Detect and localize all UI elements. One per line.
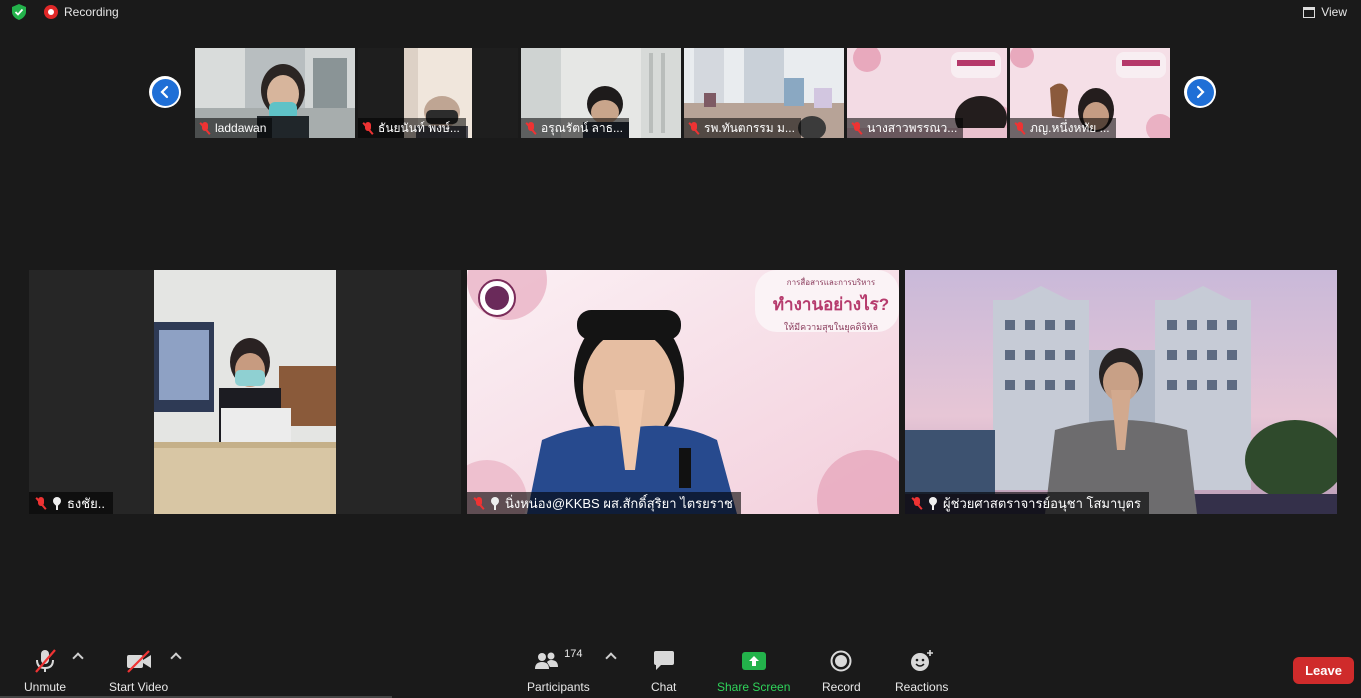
participant-name: รพ.ทันตกรรม ม...: [704, 120, 795, 135]
slide-subline: ให้มีความสุขในยุคดิจิทัล: [783, 322, 879, 332]
participant-thumbnail[interactable]: รพ.ทันตกรรม ม...: [684, 48, 844, 138]
participant-thumbnail[interactable]: อรุณรัตน์ ลาธ...: [521, 48, 681, 138]
mic-muted-icon: [362, 121, 374, 135]
mic-muted-icon: [911, 496, 923, 510]
view-button[interactable]: View: [1303, 5, 1347, 19]
slide-text: การสื่อสารและการบริหาร ทำงานอย่างไร? ให้…: [767, 276, 895, 334]
start-video-button[interactable]: Start Video: [109, 648, 168, 694]
mic-muted-icon: [473, 496, 485, 510]
participant-tile[interactable]: ผู้ช่วยศาสตราจารย์อนุชา โสมาบุตร: [905, 270, 1337, 514]
participant-video: [29, 270, 461, 514]
reactions-smiley-icon: [910, 650, 933, 671]
pin-icon: [490, 497, 500, 510]
mic-muted-icon: [688, 121, 700, 135]
leave-button[interactable]: Leave: [1293, 657, 1354, 684]
chevron-right-icon: [1196, 85, 1205, 99]
chat-button[interactable]: Chat: [651, 648, 676, 694]
participant-name: อรุณรัตน์ ลาธ...: [541, 120, 623, 135]
mic-muted-icon: [851, 121, 863, 135]
tile-name-bar: นิ่งหน่อง@KKBS ผส.สักดิ์สุริยา ไตรยราช: [467, 492, 741, 514]
chat-label: Chat: [651, 680, 677, 694]
audio-options-caret-icon[interactable]: [72, 652, 84, 664]
mic-muted-icon: [199, 121, 211, 135]
participant-thumbnail[interactable]: laddawan: [195, 48, 355, 138]
share-screen-icon: [741, 652, 766, 670]
recording-dot-icon: [44, 5, 58, 19]
view-grid-icon: [1303, 6, 1316, 18]
start-video-label: Start Video: [109, 680, 169, 694]
recording-label: Recording: [64, 5, 119, 19]
participant-video: [905, 270, 1337, 514]
slide-headline: ทำงานอย่างไร?: [772, 295, 890, 314]
view-label: View: [1321, 5, 1347, 19]
active-speaker-tile[interactable]: การสื่อสารและการบริหาร ทำงานอย่างไร? ให้…: [467, 270, 899, 514]
reactions-button[interactable]: Reactions: [895, 648, 948, 694]
slide-small-title: การสื่อสารและการบริหาร: [786, 278, 876, 287]
mic-muted-icon: [525, 121, 537, 135]
unmute-label: Unmute: [24, 680, 67, 694]
record-button[interactable]: Record: [822, 648, 861, 694]
meeting-toolbar: Unmute Start Video 174 Participants Chat…: [0, 640, 1361, 698]
record-icon: [830, 650, 852, 672]
participant-name: ธงชัย..: [67, 495, 105, 511]
mic-muted-icon: [35, 496, 47, 510]
participant-name: ผู้ช่วยศาสตราจารย์อนุชา โสมาบุตร: [943, 495, 1141, 511]
participant-name: ธันยนันท์ พงษ์...: [378, 120, 460, 135]
next-page-button[interactable]: [1184, 76, 1216, 108]
reactions-label: Reactions: [895, 680, 949, 694]
participant-tile[interactable]: ธงชัย..: [29, 270, 461, 514]
video-camera-off-icon: [126, 650, 151, 673]
participant-name: ภญ.หนึ่งหทัย ...: [1030, 120, 1110, 135]
participant-thumbnail[interactable]: นางสาวพรรณว...: [847, 48, 1007, 138]
tile-name-bar: ธงชัย..: [29, 492, 113, 514]
participant-name: นิ่งหน่อง@KKBS ผส.สักดิ์สุริยา ไตรยราช: [505, 495, 733, 511]
participant-thumbnail[interactable]: ภญ.หนึ่งหทัย ...: [1010, 48, 1170, 138]
pin-icon: [52, 497, 62, 510]
unmute-button[interactable]: Unmute: [24, 648, 66, 694]
participants-button[interactable]: 174 Participants: [527, 648, 590, 694]
participants-label: Participants: [527, 680, 590, 694]
share-screen-button[interactable]: Share Screen: [717, 648, 790, 694]
pin-icon: [928, 497, 938, 510]
participant-thumbnail[interactable]: ธันยนันท์ พงษ์...: [358, 48, 518, 138]
record-label: Record: [822, 680, 861, 694]
participant-name: นางสาวพรรณว...: [867, 120, 958, 135]
video-options-caret-icon[interactable]: [170, 652, 182, 664]
microphone-muted-icon: [35, 649, 56, 673]
security-shield-icon[interactable]: [12, 4, 26, 20]
recording-indicator[interactable]: Recording: [44, 5, 119, 19]
participant-name: laddawan: [215, 121, 267, 135]
share-screen-label: Share Screen: [717, 680, 791, 694]
chat-bubble-icon: [653, 651, 674, 670]
mic-muted-icon: [1014, 121, 1026, 135]
participants-options-caret-icon[interactable]: [605, 652, 617, 664]
participants-icon: [535, 652, 559, 669]
tile-name-bar: ผู้ช่วยศาสตราจารย์อนุชา โสมาบุตร: [905, 492, 1149, 514]
previous-page-button[interactable]: [149, 76, 181, 108]
top-bar: Recording View: [0, 0, 1361, 24]
participants-count: 174: [564, 648, 583, 660]
chevron-left-icon: [160, 85, 169, 99]
